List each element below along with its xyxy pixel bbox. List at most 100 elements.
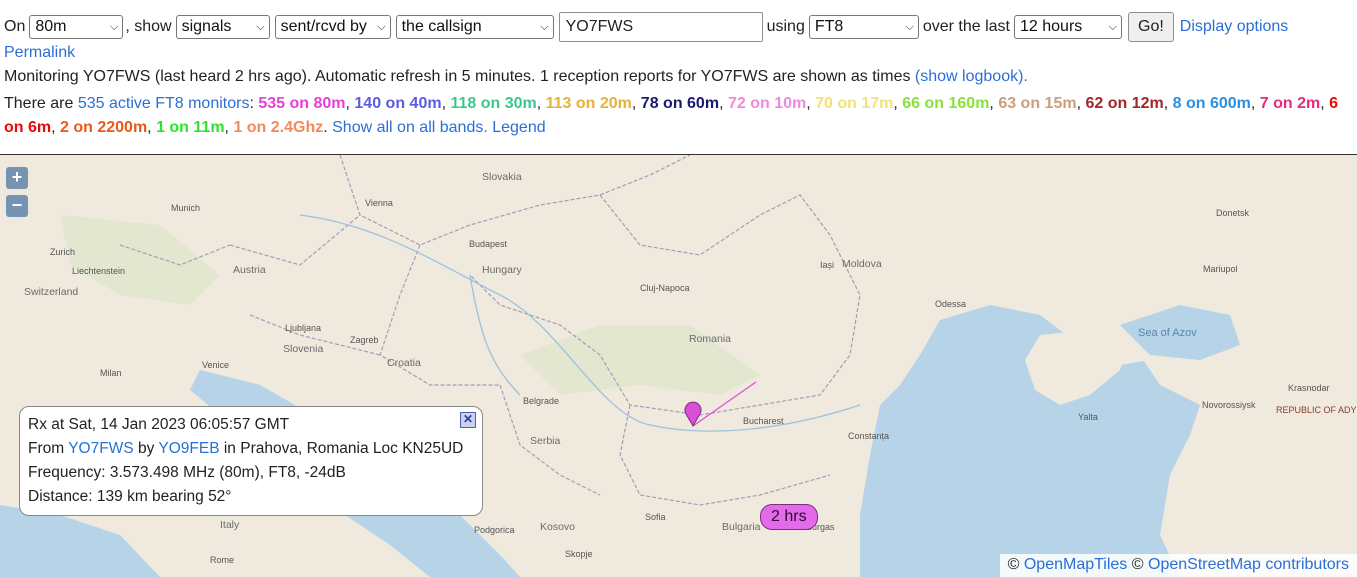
map-label: Sea of Azov (1138, 327, 1197, 339)
band-count-link[interactable]: 8 on 600m (1173, 95, 1251, 112)
map-label: Venice (202, 360, 230, 370)
by-label: by (137, 440, 155, 457)
map-label: Constanța (848, 431, 890, 441)
map-label: Ljubljana (285, 323, 322, 333)
popup-rx-time: Rx at Sat, 14 Jan 2023 06:05:57 GMT (28, 416, 290, 433)
band-count-link[interactable]: 1 on 2.4Ghz (233, 119, 323, 136)
band-value: 80m (35, 18, 67, 35)
band-count-link[interactable]: 140 on 40m (354, 95, 441, 112)
map-label: Serbia (530, 435, 561, 447)
map-label: Rome (210, 555, 235, 565)
map-label: Liechtenstein (72, 266, 126, 276)
direction-select[interactable]: sent/rcvd by ⌵ (274, 15, 391, 39)
from-callsign-link[interactable]: YO7FWS (68, 440, 133, 457)
display-options-link[interactable]: Display options (1180, 18, 1289, 36)
map-label: Donetsk (1216, 208, 1250, 218)
period-value: 12 hours (1020, 18, 1083, 35)
openstreetmap-link[interactable]: OpenStreetMap contributors (1148, 556, 1349, 573)
copyright-symbol: © (1007, 556, 1020, 573)
band-count-link[interactable]: 66 on 160m (902, 95, 989, 112)
chevron-down-icon: ⌵ (256, 20, 265, 33)
zoom-out-button[interactable]: − (6, 195, 28, 217)
band-count-link[interactable]: 2 on 2200m (60, 119, 147, 136)
band-count-link[interactable]: 63 on 15m (998, 95, 1076, 112)
map-label: Bulgaria (722, 521, 761, 533)
band-count-link[interactable]: 62 on 12m (1085, 95, 1163, 112)
map-label: Moldova (842, 258, 882, 270)
map-label: Vienna (365, 198, 393, 208)
query-controls: On 80m ⌵ , show signals ⌵ sent/rcvd by ⌵ th… (4, 12, 1288, 42)
crimea (1025, 330, 1130, 405)
band-count-link[interactable]: 113 on 20m (546, 95, 632, 112)
popup-distance: Distance: 139 km bearing 52° (28, 488, 232, 505)
map-label: Iași (820, 260, 835, 270)
on-label: On (4, 18, 26, 35)
period-select[interactable]: 12 hours ⌵ (1014, 15, 1122, 39)
callsign-input[interactable]: YO7FWS (558, 12, 763, 42)
map-label: Podgorica (474, 525, 515, 535)
map-label: Slovakia (482, 171, 522, 183)
map-label: Kosovo (540, 521, 576, 533)
copyright-symbol: © (1131, 556, 1144, 573)
map-label: Switzerland (24, 286, 79, 298)
map-view[interactable]: Slovakia Hungary Austria Switzerland Lie… (0, 154, 1357, 577)
show-logbook-link[interactable]: (show logbook). (915, 68, 1028, 85)
mode-select[interactable]: FT8 ⌵ (808, 15, 919, 39)
map-attribution: © OpenMapTiles © OpenStreetMap contribut… (999, 554, 1357, 577)
match-select[interactable]: the callsign ⌵ (395, 15, 554, 39)
openmaptiles-link[interactable]: OpenMapTiles (1024, 556, 1127, 573)
band-count-link[interactable]: 72 on 10m (728, 95, 806, 112)
mode-value: FT8 (814, 18, 844, 35)
chevron-down-icon: ⌵ (1108, 20, 1117, 33)
map-label: Slovenia (283, 343, 324, 355)
band-count-link[interactable]: 78 on 60m (641, 95, 719, 112)
band-count-link[interactable]: 118 on 30m (450, 95, 536, 112)
map-label: Austria (233, 264, 266, 276)
band-count-link[interactable]: 7 on 2m (1260, 95, 1320, 112)
popup-from-line: From YO7FWS by YO9FEB in Prahova, Romani… (28, 437, 474, 461)
map-label: Zagreb (350, 335, 379, 345)
bands-prefix: There are (4, 95, 74, 112)
from-label: From (28, 440, 65, 457)
band-count-link[interactable]: 1 on 11m (156, 119, 224, 136)
popup-frequency: Frequency: 3.573.498 MHz (80m), FT8, -24… (28, 464, 346, 481)
chevron-down-icon: ⌵ (377, 20, 386, 33)
band-count-link[interactable]: 535 on 80m (258, 95, 345, 112)
show-select[interactable]: signals ⌵ (175, 15, 270, 39)
over-label: over the last (922, 18, 1010, 35)
go-button[interactable]: Go! (1128, 12, 1174, 42)
direction-value: sent/rcvd by (280, 18, 367, 35)
band-select[interactable]: 80m ⌵ (29, 15, 124, 39)
map-label: Belgrade (523, 396, 560, 406)
map-label: Milan (100, 368, 122, 378)
zoom-in-button[interactable]: + (6, 167, 28, 189)
legend-link[interactable]: Legend (492, 119, 545, 136)
by-callsign-link[interactable]: YO9FEB (158, 440, 219, 457)
map-label: Munich (171, 203, 201, 213)
map-label: Krasnodar (1288, 383, 1330, 393)
monitoring-text: Monitoring YO7FWS (last heard 2 hrs ago)… (4, 68, 911, 85)
band-summary: There are 535 active FT8 monitors: 535 o… (4, 92, 1349, 140)
map-label: Novorossiysk (1202, 400, 1256, 410)
permalink-row: Permalink (4, 44, 75, 62)
location-text: in Prahova, Romania Loc KN25UD (223, 440, 464, 457)
chevron-down-icon: ⌵ (905, 20, 914, 33)
close-icon[interactable]: ✕ (460, 412, 476, 428)
map-label: Bucharest (743, 416, 784, 426)
map-label: Croatia (387, 357, 421, 369)
time-badge[interactable]: 2 hrs (760, 504, 818, 530)
reception-popup: ✕ Rx at Sat, 14 Jan 2023 06:05:57 GMT Fr… (19, 406, 483, 516)
monitoring-status: Monitoring YO7FWS (last heard 2 hrs ago)… (4, 68, 1028, 86)
map-label: Italy (220, 519, 240, 531)
chevron-down-icon: ⌵ (110, 20, 119, 33)
show-all-bands-link[interactable]: Show all on all bands. (332, 119, 488, 136)
active-monitors-link[interactable]: 535 active FT8 monitors (78, 95, 250, 112)
map-label: Cluj-Napoca (640, 283, 690, 293)
permalink-link[interactable]: Permalink (4, 44, 75, 61)
band-count-link[interactable]: 70 on 17m (815, 95, 893, 112)
using-label: using (766, 18, 805, 35)
map-label: Romania (689, 333, 732, 345)
chevron-down-icon: ⌵ (540, 20, 549, 33)
map-label: Budapest (469, 239, 508, 249)
show-value: signals (181, 18, 232, 35)
